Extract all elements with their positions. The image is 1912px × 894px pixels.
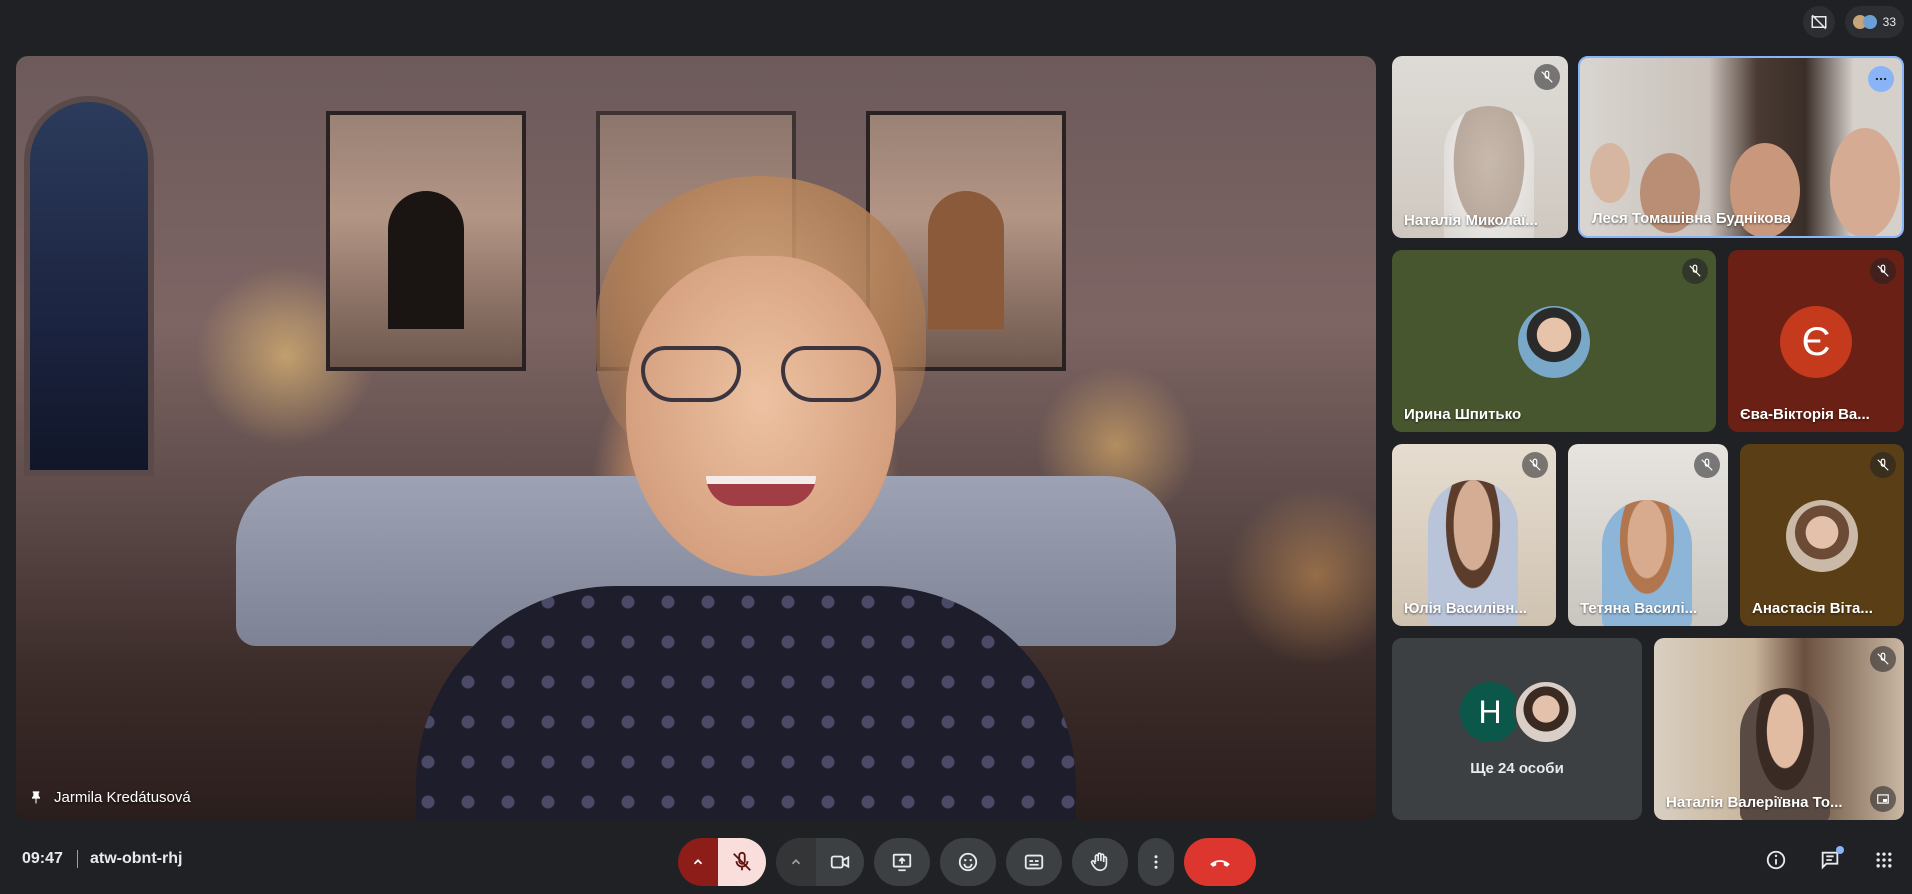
more-options-icon[interactable] xyxy=(1868,66,1894,92)
participant-name: Юлія Василівн... xyxy=(1404,600,1527,617)
current-time: 09:47 xyxy=(22,850,63,867)
participant-count: 33 xyxy=(1882,15,1896,29)
mic-off-icon xyxy=(1522,452,1548,478)
mic-off-icon xyxy=(733,851,751,871)
side-panel-controls xyxy=(1760,844,1900,876)
participant-avatar-icon xyxy=(1862,15,1877,29)
audio-options-button[interactable] xyxy=(678,838,718,886)
speaker-name: Jarmila Kredátusová xyxy=(54,789,191,806)
chat-button[interactable] xyxy=(1814,844,1846,876)
mic-off-icon xyxy=(1694,452,1720,478)
participant-name: Єва-Вікторія Ва... xyxy=(1740,406,1870,423)
captions-icon xyxy=(1024,854,1044,870)
others-tile[interactable]: Н Ще 24 особи xyxy=(1392,638,1642,820)
bottom-bar: 09:47 atw-obnt-rhj xyxy=(0,834,1912,886)
raise-hand-button[interactable] xyxy=(1072,838,1128,886)
participant-tile[interactable]: Юлія Василівн... xyxy=(1392,444,1556,626)
participant-name: Наталія Валеріївна То... xyxy=(1666,794,1843,811)
participants-pill[interactable]: 33 xyxy=(1844,6,1904,38)
reactions-button[interactable] xyxy=(940,838,996,886)
participant-tile[interactable]: Є Єва-Вікторія Ва... xyxy=(1728,250,1904,432)
chat-notification-dot xyxy=(1836,846,1844,854)
emoji-icon xyxy=(958,852,978,872)
top-indicators: 33 xyxy=(1802,6,1904,38)
mic-off-icon xyxy=(1682,258,1708,284)
mic-toggle-button[interactable] xyxy=(718,838,766,886)
present-screen-button[interactable] xyxy=(874,838,930,886)
mic-off-icon xyxy=(1870,452,1896,478)
hidden-tiles-icon xyxy=(1811,14,1827,30)
chevron-up-icon xyxy=(791,859,801,865)
chevron-up-icon xyxy=(693,859,703,865)
mic-off-icon xyxy=(1870,646,1896,672)
participant-avatar xyxy=(1518,306,1590,378)
end-call-icon xyxy=(1210,860,1230,867)
mic-off-icon xyxy=(1870,258,1896,284)
divider xyxy=(77,850,78,868)
hidden-video-indicator[interactable] xyxy=(1802,6,1835,38)
hand-icon xyxy=(1090,852,1108,872)
picture-in-picture-icon[interactable] xyxy=(1870,786,1896,812)
activities-button[interactable] xyxy=(1868,844,1900,876)
others-label: Ще 24 особи xyxy=(1470,760,1564,777)
participant-tile[interactable]: Наталія Валеріївна То... xyxy=(1654,638,1904,820)
camera-toggle-button[interactable] xyxy=(816,838,864,886)
participant-name: Тетяна Василі... xyxy=(1580,600,1698,617)
more-vert-icon xyxy=(1154,855,1158,869)
others-letter-avatar: Н xyxy=(1458,680,1522,744)
meeting-code: atw-obnt-rhj xyxy=(90,850,183,867)
participant-tile[interactable]: Ирина Шпитько xyxy=(1392,250,1716,432)
participant-letter-avatar: Є xyxy=(1780,306,1852,378)
video-options-button[interactable] xyxy=(776,838,816,886)
participant-tile[interactable]: Анастасія Віта... xyxy=(1740,444,1904,626)
info-icon xyxy=(1766,850,1786,870)
more-options-button[interactable] xyxy=(1138,838,1174,886)
meeting-details-button[interactable] xyxy=(1760,844,1792,876)
others-avatar xyxy=(1514,680,1578,744)
participant-avatar xyxy=(1786,500,1858,572)
present-screen-icon xyxy=(892,853,912,872)
participant-name: Леся Томашівна Буднікова xyxy=(1592,210,1791,227)
leave-call-button[interactable] xyxy=(1184,838,1256,886)
pin-icon xyxy=(32,790,40,803)
participant-tile-active[interactable]: Леся Томашівна Буднікова xyxy=(1578,56,1904,238)
participant-name: Анастасія Віта... xyxy=(1752,600,1873,617)
mic-control xyxy=(678,838,766,886)
camera-control xyxy=(776,838,864,886)
mic-off-icon xyxy=(1534,64,1560,90)
controls xyxy=(678,838,1256,886)
participant-name: Наталія Миколаї... xyxy=(1404,212,1538,229)
speaker-name-label: Jarmila Kredátusová xyxy=(28,789,191,806)
participant-tile[interactable]: Тетяна Василі... xyxy=(1568,444,1728,626)
participant-name: Ирина Шпитько xyxy=(1404,406,1522,423)
participant-tile[interactable]: Наталія Миколаї... xyxy=(1392,56,1568,238)
apps-grid-icon xyxy=(1876,852,1892,868)
main-speaker-tile[interactable]: Jarmila Kredátusová xyxy=(16,56,1376,820)
background-frame xyxy=(326,111,526,371)
captions-button[interactable] xyxy=(1006,838,1062,886)
background-window xyxy=(24,96,154,476)
camera-icon xyxy=(830,855,850,869)
